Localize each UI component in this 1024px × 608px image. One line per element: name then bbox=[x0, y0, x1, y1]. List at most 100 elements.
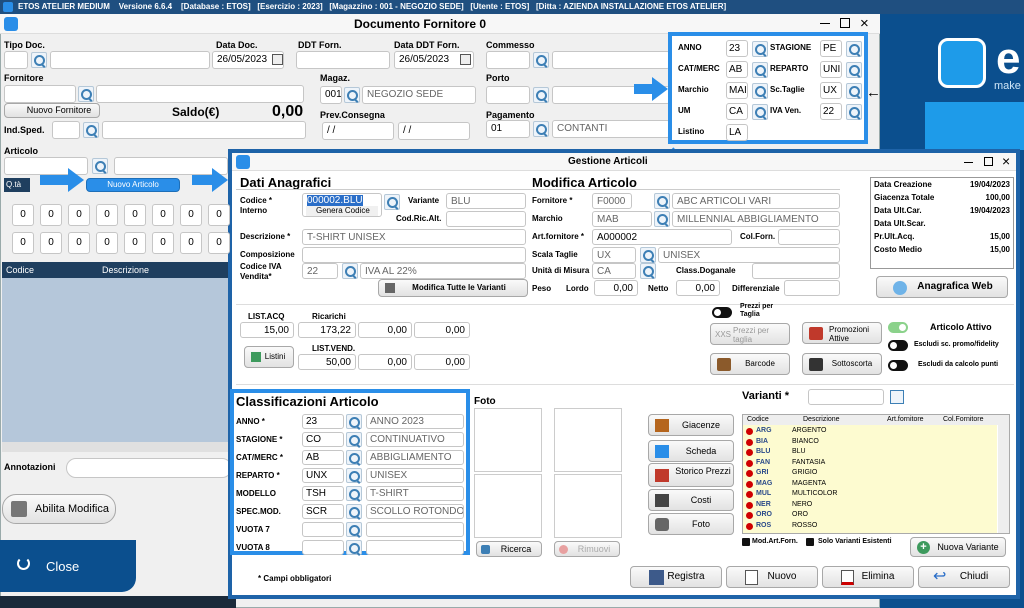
prezzi-taglia-toggle[interactable] bbox=[712, 307, 732, 318]
class-doganale-input[interactable] bbox=[752, 263, 840, 279]
qty-cell[interactable]: 0 bbox=[12, 204, 34, 226]
variante-code[interactable]: MUL bbox=[756, 490, 771, 497]
prev-consegna-input-2[interactable]: / / bbox=[398, 122, 470, 140]
variante-code[interactable]: BLU bbox=[756, 448, 770, 455]
variante-desc[interactable]: ARGENTO bbox=[792, 427, 827, 434]
qty-cell[interactable]: 0 bbox=[40, 232, 62, 254]
callout-field-stagione[interactable]: PE bbox=[820, 40, 842, 57]
foto-button[interactable]: Foto bbox=[648, 513, 734, 535]
um-search-icon[interactable] bbox=[640, 263, 656, 279]
fornitore-input[interactable] bbox=[4, 85, 76, 103]
promozioni-button[interactable]: Promozioni Attive bbox=[802, 322, 882, 344]
qty-cell[interactable]: 0 bbox=[12, 232, 34, 254]
differenziale-input[interactable] bbox=[784, 280, 840, 296]
qty-cell[interactable]: 0 bbox=[96, 204, 118, 226]
col-forn-input[interactable] bbox=[778, 229, 840, 245]
porto-search-icon[interactable] bbox=[533, 87, 549, 103]
commesso-search-icon[interactable] bbox=[533, 52, 549, 68]
variante-desc[interactable]: ROSSO bbox=[792, 522, 817, 529]
sottoscorta-button[interactable]: Sottoscorta bbox=[802, 353, 882, 375]
classif-search-icon[interactable] bbox=[346, 540, 362, 555]
callout-search-icon[interactable] bbox=[846, 41, 862, 57]
marchio-art-search-icon[interactable] bbox=[654, 211, 670, 227]
qty-cell[interactable]: 0 bbox=[152, 232, 174, 254]
qty-cell[interactable]: 0 bbox=[208, 204, 230, 226]
variante-code[interactable]: FAN bbox=[756, 459, 770, 466]
list-vend-3[interactable]: 0,00 bbox=[414, 354, 470, 370]
variante-code[interactable]: MAG bbox=[756, 480, 772, 487]
classif-code[interactable] bbox=[302, 540, 344, 555]
classif-search-icon[interactable] bbox=[346, 486, 362, 501]
callout-search-icon[interactable] bbox=[846, 83, 862, 99]
pagamento-search-icon[interactable] bbox=[533, 121, 549, 137]
ricarico-2[interactable]: 0,00 bbox=[358, 322, 412, 338]
ind-sped-input[interactable] bbox=[52, 121, 80, 139]
ddt-forn-input[interactable] bbox=[296, 51, 390, 69]
iva-search-icon[interactable] bbox=[342, 263, 358, 279]
elimina-button[interactable]: Elimina bbox=[822, 566, 914, 588]
solo-varianti-checkbox[interactable] bbox=[806, 538, 814, 546]
callout-field-marchio[interactable]: MAI bbox=[726, 82, 748, 99]
callout-search-icon[interactable] bbox=[752, 41, 768, 57]
fornitore-art-search-icon[interactable] bbox=[654, 193, 670, 209]
mod-art-forn-checkbox[interactable] bbox=[742, 538, 750, 546]
articolo-attivo-toggle[interactable] bbox=[888, 322, 908, 333]
nuovo-articolo-button[interactable]: Nuovo Articolo bbox=[86, 178, 180, 192]
registra-button[interactable]: Registra bbox=[630, 566, 722, 588]
classif-search-icon[interactable] bbox=[346, 450, 362, 465]
ind-sped-search-icon[interactable] bbox=[83, 122, 99, 138]
qty-cell[interactable]: 0 bbox=[124, 204, 146, 226]
classif-code[interactable] bbox=[302, 522, 344, 537]
qty-cell[interactable]: 0 bbox=[68, 232, 90, 254]
callout-field-listino[interactable]: LA bbox=[726, 124, 748, 141]
variante-code[interactable]: ARG bbox=[756, 427, 772, 434]
callout-search-icon[interactable] bbox=[752, 62, 768, 78]
variante-code[interactable]: ORO bbox=[756, 511, 772, 518]
varianti-filter-icon[interactable] bbox=[890, 390, 904, 404]
callout-field-anno[interactable]: 23 bbox=[726, 40, 748, 57]
composizione-input[interactable] bbox=[302, 247, 526, 263]
variante-desc[interactable]: BLU bbox=[792, 448, 806, 455]
articoli-minimize-icon[interactable] bbox=[964, 162, 973, 163]
callout-search-icon[interactable] bbox=[846, 62, 862, 78]
classif-code[interactable]: CO bbox=[302, 432, 344, 447]
genera-codice-button[interactable]: Genera Codice bbox=[306, 206, 378, 216]
scala-taglie-code[interactable]: UX bbox=[592, 247, 636, 263]
lordo-input[interactable]: 0,00 bbox=[594, 280, 638, 296]
classif-code[interactable]: AB bbox=[302, 450, 344, 465]
calendar-ddt-icon[interactable] bbox=[460, 54, 471, 65]
variante-desc[interactable]: FANTASIA bbox=[792, 459, 825, 466]
variante-desc[interactable]: MULTICOLOR bbox=[792, 490, 837, 497]
qty-cell[interactable]: 0 bbox=[40, 204, 62, 226]
callout-search-icon[interactable] bbox=[752, 104, 768, 120]
ricerca-button[interactable]: Ricerca bbox=[476, 541, 542, 557]
callout-field-reparto[interactable]: UNI bbox=[820, 61, 842, 78]
marchio-art-code[interactable]: MAB bbox=[592, 211, 652, 227]
pagamento-code[interactable]: 01 bbox=[486, 120, 530, 138]
varianti-scrollbar[interactable] bbox=[998, 424, 1009, 533]
articoli-maximize-icon[interactable] bbox=[984, 157, 993, 166]
codice-search-icon[interactable] bbox=[384, 194, 400, 210]
classif-search-icon[interactable] bbox=[346, 414, 362, 429]
abilita-modifica-button[interactable]: Abilita Modifica bbox=[2, 494, 116, 524]
ricarico-1[interactable]: 173,22 bbox=[298, 322, 356, 338]
qty-cell[interactable]: 0 bbox=[180, 232, 202, 254]
nuovo-button[interactable]: Nuovo bbox=[726, 566, 818, 588]
qty-cell[interactable]: 0 bbox=[180, 204, 202, 226]
variante-desc[interactable]: GRIGIO bbox=[792, 469, 817, 476]
callout-field-ivaven[interactable]: 22 bbox=[820, 103, 842, 120]
variante-code[interactable]: GRI bbox=[756, 469, 768, 476]
chiudi-button[interactable]: ↩ Chiudi bbox=[918, 566, 1010, 588]
anagrafica-web-button[interactable]: Anagrafica Web bbox=[876, 276, 1008, 298]
nuovo-fornitore-button[interactable]: Nuovo Fornitore bbox=[4, 103, 100, 118]
fornitore-search-icon[interactable] bbox=[78, 86, 94, 102]
porto-input[interactable] bbox=[486, 86, 530, 104]
classif-code[interactable]: UNX bbox=[302, 468, 344, 483]
classif-search-icon[interactable] bbox=[346, 522, 362, 537]
variante-code[interactable]: BIA bbox=[756, 438, 768, 445]
calendar-icon[interactable] bbox=[272, 54, 283, 65]
um-code[interactable]: CA bbox=[592, 263, 636, 279]
qty-cell[interactable]: 0 bbox=[68, 204, 90, 226]
magaz-code[interactable]: 001 bbox=[320, 86, 342, 104]
modifica-varianti-button[interactable]: Modifica Tutte le Varianti bbox=[378, 279, 528, 297]
